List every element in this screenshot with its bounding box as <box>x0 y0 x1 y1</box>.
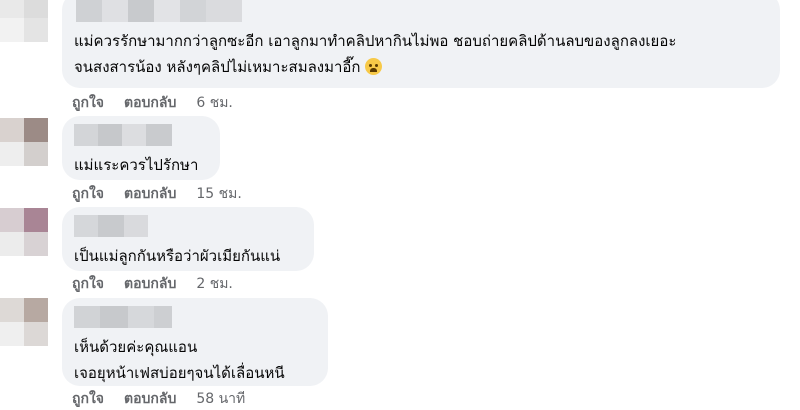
like-button[interactable]: ถูกใจ <box>72 273 104 295</box>
comment-text-line: จนสงสารน้อง หลังๆคลิปไม่เหมาะสมลงมาอี๊ก <box>74 54 768 80</box>
avatar[interactable] <box>0 298 48 346</box>
avatar[interactable] <box>0 208 48 256</box>
avatar[interactable] <box>0 118 48 166</box>
comment-text: แม่แระควรไปรักษา <box>74 156 199 174</box>
comment-text: เป็นแม่ลูกกันหรือว่าผัวเมียกันแน่ <box>74 247 281 265</box>
comment-text-line: เจอยุหน้าเฟสบ่อยๆจนได้เลื่อนหนี <box>74 364 285 382</box>
avatar[interactable] <box>0 0 48 42</box>
blurred-author-name[interactable] <box>74 306 316 328</box>
comment-text-line: แม่ควรรักษามากกว่าลูกซะอีก เอาลูกมาทำคลิ… <box>74 32 677 50</box>
comment-actions: ถูกใจ ตอบกลับ 2 ชม. <box>72 273 233 295</box>
timestamp[interactable]: 15 ชม. <box>196 183 241 205</box>
timestamp[interactable]: 2 ชม. <box>196 273 233 295</box>
like-button[interactable]: ถูกใจ <box>72 388 104 410</box>
comment-bubble: เห็นด้วยค่ะคุณแอน เจอยุหน้าเฟสบ่อยๆจนได้… <box>62 298 328 386</box>
timestamp[interactable]: 6 ชม. <box>196 92 233 114</box>
timestamp[interactable]: 58 นาที <box>196 388 245 410</box>
like-button[interactable]: ถูกใจ <box>72 92 104 114</box>
comment-bubble: แม่ควรรักษามากกว่าลูกซะอีก เอาลูกมาทำคลิ… <box>62 0 780 88</box>
comment-bubble: เป็นแม่ลูกกันหรือว่าผัวเมียกันแน่ <box>62 207 314 271</box>
comment-text-line: เห็นด้วยค่ะคุณแอน <box>74 338 198 356</box>
blurred-author-name[interactable] <box>76 0 768 22</box>
reply-button[interactable]: ตอบกลับ <box>124 388 176 410</box>
comment-actions: ถูกใจ ตอบกลับ 58 นาที <box>72 388 245 410</box>
reply-button[interactable]: ตอบกลับ <box>124 92 176 114</box>
blurred-author-name[interactable] <box>74 215 302 237</box>
comment-actions: ถูกใจ ตอบกลับ 15 ชม. <box>72 183 242 205</box>
reply-button[interactable]: ตอบกลับ <box>124 183 176 205</box>
blurred-author-name[interactable] <box>74 124 208 146</box>
like-button[interactable]: ถูกใจ <box>72 183 104 205</box>
reply-button[interactable]: ตอบกลับ <box>124 273 176 295</box>
comment-actions: ถูกใจ ตอบกลับ 6 ชม. <box>72 92 233 114</box>
crying-face-emoji-icon <box>364 58 382 75</box>
comment-bubble: แม่แระควรไปรักษา <box>62 116 220 180</box>
